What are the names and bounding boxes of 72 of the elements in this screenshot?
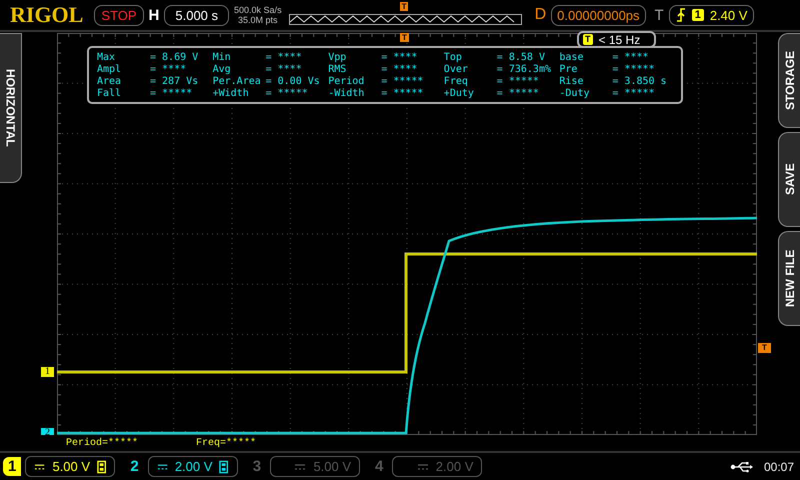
measurement-label: Per.Area [212,76,262,87]
trigger-frequency-badge: T < 15 Hz [577,31,656,48]
rising-edge-icon [676,8,686,22]
side-tab[interactable]: HORIZONTAL [0,33,22,183]
measurement-readout: Freq=***** [196,438,256,448]
trigger-level-marker[interactable]: T [758,343,771,353]
measurement-label: Fall [97,88,122,99]
timebase-button[interactable]: 5.000 s [164,4,230,26]
trigger-button[interactable]: 1 2.40 V [668,4,754,26]
side-tab[interactable]: NEW FILE [778,231,800,326]
measurement-value: = ***** [381,88,424,99]
measurement-value: = 0.00 Vs [266,76,320,87]
measurement-label: Ampl [97,64,122,75]
channel-marker[interactable]: 2 [41,428,54,435]
usb-icon [730,460,754,472]
measurement-value: = ***** [496,88,539,99]
delay-button[interactable]: 0.00000000ps [551,4,646,26]
measurement-label: Top [444,52,463,63]
measurement-value: = ***** [381,76,424,87]
measurement-label: +Width [212,88,250,99]
measurement-readout: Period=***** [66,438,138,448]
dc-coupling-icon [294,462,306,470]
measurement-value: = ***** [496,76,539,87]
channel-marker[interactable]: 1 [41,367,54,377]
sample-rate: 500.0k Sa/s [234,5,282,15]
measurement-value: = 3.850 s [612,76,667,87]
measurement-label: Period [328,76,366,87]
measurement-label: Pre [559,64,578,75]
measurement-value: = **** [381,64,418,75]
measurement-value: = ***** [266,88,308,99]
measurement-value: = ***** [150,88,192,99]
dc-coupling-icon [416,462,429,470]
measurement-label: -Width [328,88,366,99]
measurement-label: Vpp [328,52,348,63]
channel-button[interactable]: 1 5.00 V [3,456,116,477]
measurement-value: = 287 Vs [150,76,198,87]
measurement-label: base [559,52,584,63]
measurement-label: Rise [559,76,584,87]
measurement-label: Min [212,52,232,63]
measurement-label: Freq [444,76,469,87]
measurement-value: = 8.69 V [150,52,198,63]
measurement-value: = ***** [612,88,655,99]
measurement-value: = **** [381,52,418,63]
clock-time: 00:07 [764,460,794,474]
measurement-value: = ***** [612,64,655,75]
measurement-label: +Duty [444,88,475,99]
input-status-icon [219,460,229,474]
trigger-position-marker: T [400,2,408,11]
measurement-label: Area [97,76,122,87]
measurement-label: RMS [328,64,348,75]
side-tab[interactable]: SAVE [778,132,800,227]
side-tab[interactable]: STORAGE [778,33,800,128]
trigger-position-marker: T [400,33,409,42]
dc-coupling-icon [34,462,46,470]
measurement-label: -Duty [559,88,590,99]
delay-label: D [534,6,546,24]
memory-depth: 35.0M pts [238,15,278,25]
run-stop-button[interactable]: STOP [94,4,144,26]
horizontal-label: H [148,6,160,24]
measurement-value: = **** [612,52,649,63]
dc-coupling-icon [156,462,168,470]
brand-logo: RIGOL [10,2,84,28]
input-status-icon [97,460,106,474]
measurement-label: Avg [212,64,232,75]
trigger-label: T [654,6,664,24]
measurement-label: Over [444,64,469,75]
measurement-label: Max [97,52,116,63]
measurement-value: = 736.3m% [496,64,551,75]
measurement-value: = **** [150,64,186,75]
measurement-value: = **** [266,64,302,75]
measurement-value: = **** [266,52,302,63]
measurement-value: = 8.58 V [496,52,545,63]
